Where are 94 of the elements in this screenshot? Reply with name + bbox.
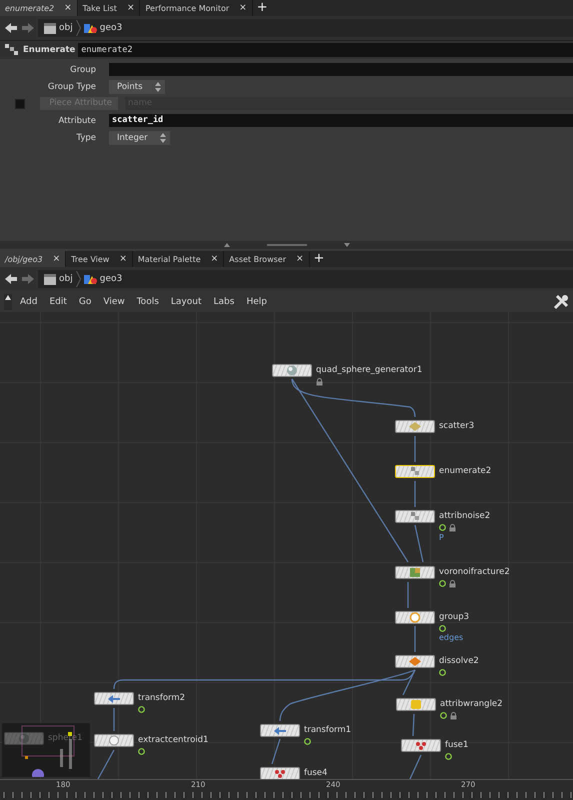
menu-item[interactable]: View [97, 296, 131, 306]
sphere-icon [285, 365, 299, 376]
close-icon[interactable]: × [126, 3, 134, 13]
cube-icon [408, 567, 422, 578]
parameter-label: Type [75, 132, 97, 142]
node-label: voronoifracture2 [439, 566, 510, 579]
node-tile[interactable] [395, 655, 435, 668]
close-icon[interactable]: × [239, 3, 247, 13]
circle-icon [107, 735, 121, 746]
node-name-field[interactable]: enumerate2 [78, 43, 573, 57]
node-note: edges [439, 633, 464, 642]
path-crumb[interactable]: obj [44, 22, 73, 34]
node-tile[interactable] [395, 566, 435, 579]
tab-label: /obj/geo3 [5, 254, 43, 264]
menu-item[interactable]: Add [12, 296, 44, 306]
close-icon[interactable]: × [119, 254, 127, 264]
node-label: extractcentroid1 [138, 734, 208, 747]
node-tile[interactable] [395, 420, 435, 433]
node-label: transform1 [304, 724, 352, 737]
node-tile[interactable] [401, 739, 441, 752]
splitter-handle-icon[interactable] [222, 242, 352, 248]
add-tab-button[interactable]: + [310, 251, 328, 267]
spinner-icon [154, 82, 161, 92]
clapper-icon [44, 274, 56, 284]
close-icon[interactable]: × [296, 254, 304, 264]
ring-icon [408, 612, 422, 623]
input-field[interactable]: scatter_id [109, 114, 573, 127]
shapes-icon [84, 22, 97, 34]
scroll-up-icon[interactable] [4, 294, 12, 310]
node-label: transform2 [138, 692, 186, 705]
chevron-icon [76, 20, 81, 36]
node-label: fuse4 [304, 767, 328, 779]
tab-label: Take List [82, 4, 117, 12]
back-icon[interactable] [4, 273, 18, 285]
node-tile[interactable] [395, 510, 435, 523]
node-label: scatter3 [439, 420, 474, 433]
input-field[interactable] [109, 63, 573, 76]
arrows-icon [107, 693, 121, 704]
dropdown[interactable]: Integer [109, 130, 170, 144]
dots-icon [414, 740, 428, 751]
menu-item[interactable]: Help [240, 296, 273, 306]
node-tile[interactable] [395, 465, 435, 478]
close-icon[interactable]: × [210, 254, 218, 264]
diamond-icon [408, 656, 422, 667]
tab-label: Tree View [71, 254, 110, 264]
tab-label: Material Palette [138, 254, 201, 264]
parameter-label: Group [69, 64, 97, 74]
menu-item[interactable]: Edit [43, 296, 73, 306]
parameter-label: Group Type [46, 82, 97, 92]
node-tile[interactable] [272, 364, 312, 377]
clapper-icon [44, 22, 56, 34]
tab-label: Asset Browser [229, 254, 286, 264]
add-tab-button[interactable]: + [252, 0, 272, 16]
path-crumb[interactable]: geo3 [84, 22, 122, 34]
node-note: P [439, 533, 445, 542]
node-tile[interactable] [94, 734, 134, 747]
node-tile[interactable] [94, 692, 134, 705]
parameter-label: Attribute [57, 116, 97, 126]
path-crumb[interactable]: geo3 [84, 274, 122, 284]
shapes-icon [84, 274, 97, 284]
pane-tab[interactable]: enumerate2 × [0, 0, 78, 16]
menu-item[interactable]: Labs [208, 296, 240, 306]
node-tile[interactable] [396, 698, 436, 711]
node-label: attribwrangle2 [440, 698, 503, 711]
enumerate-icon [4, 43, 20, 57]
node-label: quad_sphere_generator1 [316, 364, 422, 377]
node-type-label: Enumerate [23, 45, 76, 55]
pane-tab[interactable]: /obj/geo3 × [0, 251, 66, 267]
node-tile[interactable] [395, 611, 435, 624]
spinner-icon [160, 132, 166, 142]
tab-label: enumerate2 [5, 4, 54, 12]
node-label: fuse1 [445, 739, 468, 752]
node-tile[interactable] [260, 724, 300, 737]
sphere-icon [17, 733, 31, 744]
node-label: attribnoise2 [439, 510, 490, 523]
close-icon[interactable]: × [52, 254, 60, 264]
diamond-icon [408, 421, 422, 432]
node-tile[interactable] [260, 767, 300, 779]
dots-icon [273, 768, 287, 779]
network-overview[interactable] [2, 723, 90, 777]
node-label: enumerate2 [439, 465, 492, 478]
node-label: dissolve2 [439, 655, 479, 668]
menu-item[interactable]: Tools [130, 296, 165, 306]
path-crumb[interactable]: obj [44, 274, 73, 284]
back-icon[interactable] [4, 22, 18, 34]
dropdown[interactable]: Points [109, 80, 165, 94]
menu-item[interactable]: Layout [164, 296, 208, 306]
chevron-icon [76, 271, 81, 287]
tab-label: Performance Monitor [145, 4, 230, 12]
tools-icon[interactable] [553, 294, 569, 310]
close-icon[interactable]: × [64, 3, 72, 13]
menu-item[interactable]: Go [72, 296, 98, 306]
arrows-icon [273, 725, 287, 736]
node-label: group3 [439, 611, 470, 624]
